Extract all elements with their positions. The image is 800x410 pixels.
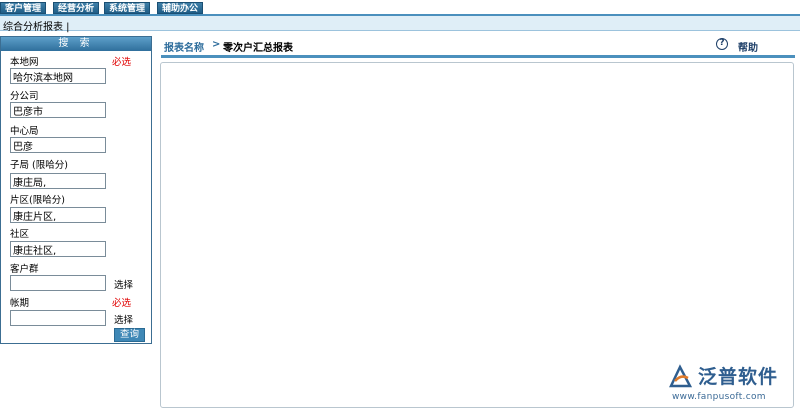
local-net-input[interactable] (10, 68, 106, 84)
help-icon[interactable]: ? (716, 38, 728, 50)
tab-label: 系统管理 (109, 4, 146, 14)
help-link[interactable]: 帮助 (738, 39, 758, 54)
report-name-label: 报表名称 (164, 43, 204, 54)
brand-name: 泛普软件 (698, 366, 779, 388)
tab-office-assistant[interactable]: 辅助办公 (157, 2, 204, 14)
report-content-area (160, 62, 794, 408)
fanpu-logo-icon (669, 364, 693, 388)
period-select-link[interactable]: 选择 (114, 312, 133, 326)
community-label: 社区 (10, 229, 30, 240)
brand-url: www.fanpusoft.com (672, 392, 766, 402)
customer-group-input[interactable] (10, 275, 106, 291)
tab-label: 经营分析 (58, 4, 95, 14)
search-sidebar: 搜 索 本地网 必选 分公司 中心局 子局 (限哈分) 片区(限哈分) 社区 客… (0, 36, 152, 344)
sub-bureau-label: 子局 (限哈分) (10, 160, 68, 171)
search-panel-title: 搜 索 (1, 37, 151, 51)
local-net-required: 必选 (112, 57, 132, 68)
community-input[interactable] (10, 241, 106, 257)
tab-system-management[interactable]: 系统管理 (104, 2, 151, 14)
customer-group-label: 客户群 (10, 264, 39, 275)
period-required: 必选 (112, 298, 132, 309)
breadcrumb: 报表名称 > 零次户汇总报表 ? 帮助 (161, 37, 795, 58)
tab-label: 辅助办公 (162, 4, 199, 14)
query-button[interactable]: 查询 (114, 328, 145, 342)
local-net-label: 本地网 (10, 57, 39, 68)
sub-bureau-input[interactable] (10, 173, 106, 189)
subnav-item-comprehensive-report[interactable]: 综合分析报表 | (3, 18, 70, 33)
tab-label: 客户管理 (5, 4, 42, 14)
area-label: 片区(限哈分) (10, 195, 65, 206)
branch-input[interactable] (10, 102, 106, 118)
center-input[interactable] (10, 137, 106, 153)
report-title: 零次户汇总报表 (223, 43, 293, 54)
center-label: 中心局 (10, 126, 39, 137)
period-label: 帐期 (10, 298, 30, 309)
customer-group-select-link[interactable]: 选择 (114, 277, 133, 291)
period-input[interactable] (10, 310, 106, 326)
sub-navigation: 综合分析报表 | (0, 14, 800, 33)
top-navigation: 客户管理 经营分析 系统管理 辅助办公 (0, 0, 800, 14)
branch-label: 分公司 (10, 91, 39, 102)
area-input[interactable] (10, 207, 106, 223)
tab-customer-management[interactable]: 客户管理 (0, 2, 47, 14)
fanpu-logo: 泛普软件 www.fanpusoft.com (666, 364, 796, 408)
breadcrumb-separator: > (212, 39, 221, 50)
tab-business-analysis[interactable]: 经营分析 (53, 2, 100, 14)
